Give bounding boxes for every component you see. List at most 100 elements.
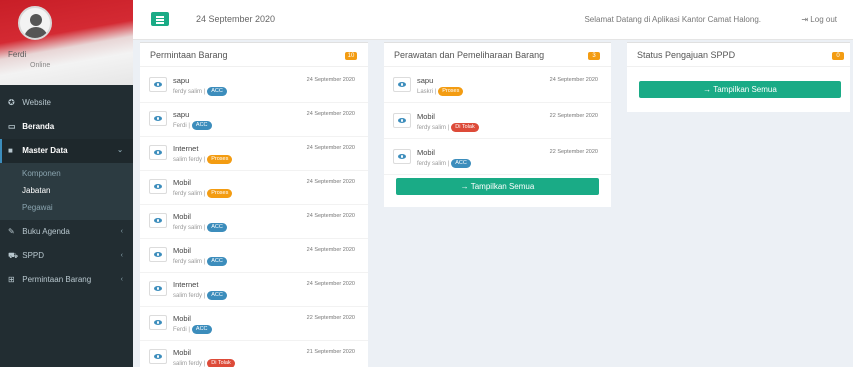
item-date: 24 September 2020 xyxy=(306,145,355,151)
chevron-left-icon: ‹ xyxy=(120,228,123,235)
list-item: Mobil ferdy salim | Di Tolak 22 September 2… xyxy=(384,105,611,139)
database-icon: ■ xyxy=(8,146,13,155)
chevron-left-icon: ‹ xyxy=(120,276,123,283)
count-badge: 0 xyxy=(832,52,844,60)
eye-icon[interactable] xyxy=(393,149,411,164)
eye-icon[interactable] xyxy=(393,113,411,128)
count-badge: 10 xyxy=(345,52,357,60)
user-status: Online xyxy=(30,62,51,69)
eye-icon[interactable] xyxy=(149,281,167,296)
submenu-item-jabatan[interactable]: Jabatan xyxy=(0,182,133,199)
show-all-button[interactable]: → Tampilkan Semua xyxy=(639,81,841,98)
panel-permintaan-barang: Permintaan Barang 10 sapu ferdy salim | AC… xyxy=(140,42,368,367)
eye-icon[interactable] xyxy=(149,349,167,364)
item-title: Mobil xyxy=(173,178,191,187)
item-date: 22 September 2020 xyxy=(306,315,355,321)
sidebar-item-master-data[interactable]: ■ Master Data ⌄ xyxy=(0,139,133,163)
list-item: Mobil ferdy salim | Proses 24 September 202… xyxy=(140,171,368,205)
panel-status-sppd: Status Pengajuan SPPD 0 → Tampilkan Semu… xyxy=(627,42,850,112)
sidebar-item-sppd[interactable]: ⛟ SPPD ‹ xyxy=(0,244,133,268)
requester-name: salim ferdy | xyxy=(173,157,206,164)
sidebar-item-label: Website xyxy=(22,98,51,107)
eye-icon[interactable] xyxy=(149,111,167,126)
item-requester: ferdy salim | ACC xyxy=(417,159,471,168)
item-date: 24 September 2020 xyxy=(306,111,355,117)
top-navbar: 24 September 2020 Selamat Datang di Apli… xyxy=(133,0,853,40)
logout-label: Log out xyxy=(810,15,837,24)
logout-icon: ⇥ xyxy=(801,15,809,24)
item-date: 24 September 2020 xyxy=(306,281,355,287)
list-item: Mobil salim ferdy | Di Tolak 21 September 2… xyxy=(140,341,368,367)
master-data-submenu: Komponen Jabatan Pegawai xyxy=(0,163,133,220)
show-all-button[interactable]: → Tampilkan Semua xyxy=(396,178,599,195)
item-date: 22 September 2020 xyxy=(549,149,598,155)
item-requester: Ferdi | ACC xyxy=(173,325,212,334)
list-item: Mobil Ferdi | ACC 22 September 2020 xyxy=(140,307,368,341)
item-date: 21 September 2020 xyxy=(306,349,355,355)
item-title: sapu xyxy=(173,110,190,119)
requester-name: Ferdi | xyxy=(173,123,190,130)
status-badge: Proses xyxy=(438,87,464,96)
status-badge: ACC xyxy=(207,223,227,232)
box-icon: ⊞ xyxy=(8,275,15,284)
status-badge: ACC xyxy=(191,121,212,130)
item-title: Mobil xyxy=(173,212,191,221)
list-item: sapu Laskri | Proses 24 September 2020 xyxy=(384,69,611,103)
status-badge: Proses xyxy=(207,189,233,198)
list-item: sapu ferdy salim | ACC 24 September 2020 xyxy=(140,69,368,103)
chevron-down-icon: ⌄ xyxy=(117,147,123,154)
item-date: 24 September 2020 xyxy=(306,179,355,185)
monitor-icon: ▭ xyxy=(8,122,16,131)
requester-name: salim ferdy | xyxy=(173,361,206,367)
list-item: Internet salim ferdy | ACC 24 September 202… xyxy=(140,273,368,307)
sidebar-item-buku-agenda[interactable]: ✎ Buku Agenda ‹ xyxy=(0,220,133,244)
eye-icon[interactable] xyxy=(149,145,167,160)
list-item: Mobil ferdy salim | ACC 24 September 2020 xyxy=(140,239,368,273)
sidebar-item-permintaan-barang[interactable]: ⊞ Permintaan Barang ‹ xyxy=(0,268,133,292)
status-badge: ACC xyxy=(207,257,227,266)
panel-title: Permintaan Barang xyxy=(150,50,228,60)
sidebar-item-label: SPPD xyxy=(22,251,45,260)
globe-icon: ✪ xyxy=(8,98,15,107)
eye-icon[interactable] xyxy=(149,213,167,228)
avatar xyxy=(18,6,52,40)
requester-name: ferdy salim | xyxy=(173,89,206,96)
sidebar-item-label: Beranda xyxy=(22,122,55,131)
item-title: Mobil xyxy=(417,112,435,121)
status-badge: Proses xyxy=(207,155,233,164)
item-requester: ferdy salim | Proses xyxy=(173,189,233,198)
list-item: Mobil ferdy salim | ACC 22 September 2020 xyxy=(384,141,611,175)
item-title: Internet xyxy=(173,280,199,289)
submenu-item-pegawai[interactable]: Pegawai xyxy=(0,199,133,216)
requester-name: salim ferdy | xyxy=(173,293,206,300)
eye-icon[interactable] xyxy=(149,247,167,262)
current-date: 24 September 2020 xyxy=(196,14,276,24)
requester-name: ferdy salim | xyxy=(417,161,450,168)
status-badge: Di Tolak xyxy=(451,123,479,132)
logout-link[interactable]: ⇥ Log out xyxy=(801,15,837,24)
eye-icon[interactable] xyxy=(149,315,167,330)
item-date: 24 September 2020 xyxy=(306,77,355,83)
item-title: Mobil xyxy=(173,348,191,357)
requester-name: Laskri | xyxy=(417,89,437,96)
item-requester: Ferdi | ACC xyxy=(173,121,212,130)
sidebar-item-label: Permintaan Barang xyxy=(22,275,92,284)
sidebar-toggle-button[interactable] xyxy=(151,12,169,26)
eye-icon[interactable] xyxy=(149,179,167,194)
requester-name: ferdy salim | xyxy=(173,259,206,266)
status-badge: ACC xyxy=(207,291,227,300)
submenu-item-komponen[interactable]: Komponen xyxy=(0,165,133,182)
item-title: Mobil xyxy=(173,246,191,255)
panel-title: Status Pengajuan SPPD xyxy=(637,50,736,60)
status-badge: ACC xyxy=(207,87,227,96)
sidebar-item-label: Buku Agenda xyxy=(22,227,70,236)
item-requester: ferdy salim | Di Tolak xyxy=(417,123,479,132)
book-icon: ✎ xyxy=(8,227,15,236)
sidebar-item-beranda[interactable]: ▭ Beranda xyxy=(0,115,133,139)
item-requester: salim ferdy | Proses xyxy=(173,155,233,164)
eye-icon[interactable] xyxy=(393,77,411,92)
sidebar: Ferdi Online ✪ Website ▭ Beranda ■ Maste… xyxy=(0,0,133,367)
item-requester: ferdy salim | ACC xyxy=(173,223,227,232)
eye-icon[interactable] xyxy=(149,77,167,92)
sidebar-item-website[interactable]: ✪ Website xyxy=(0,91,133,115)
